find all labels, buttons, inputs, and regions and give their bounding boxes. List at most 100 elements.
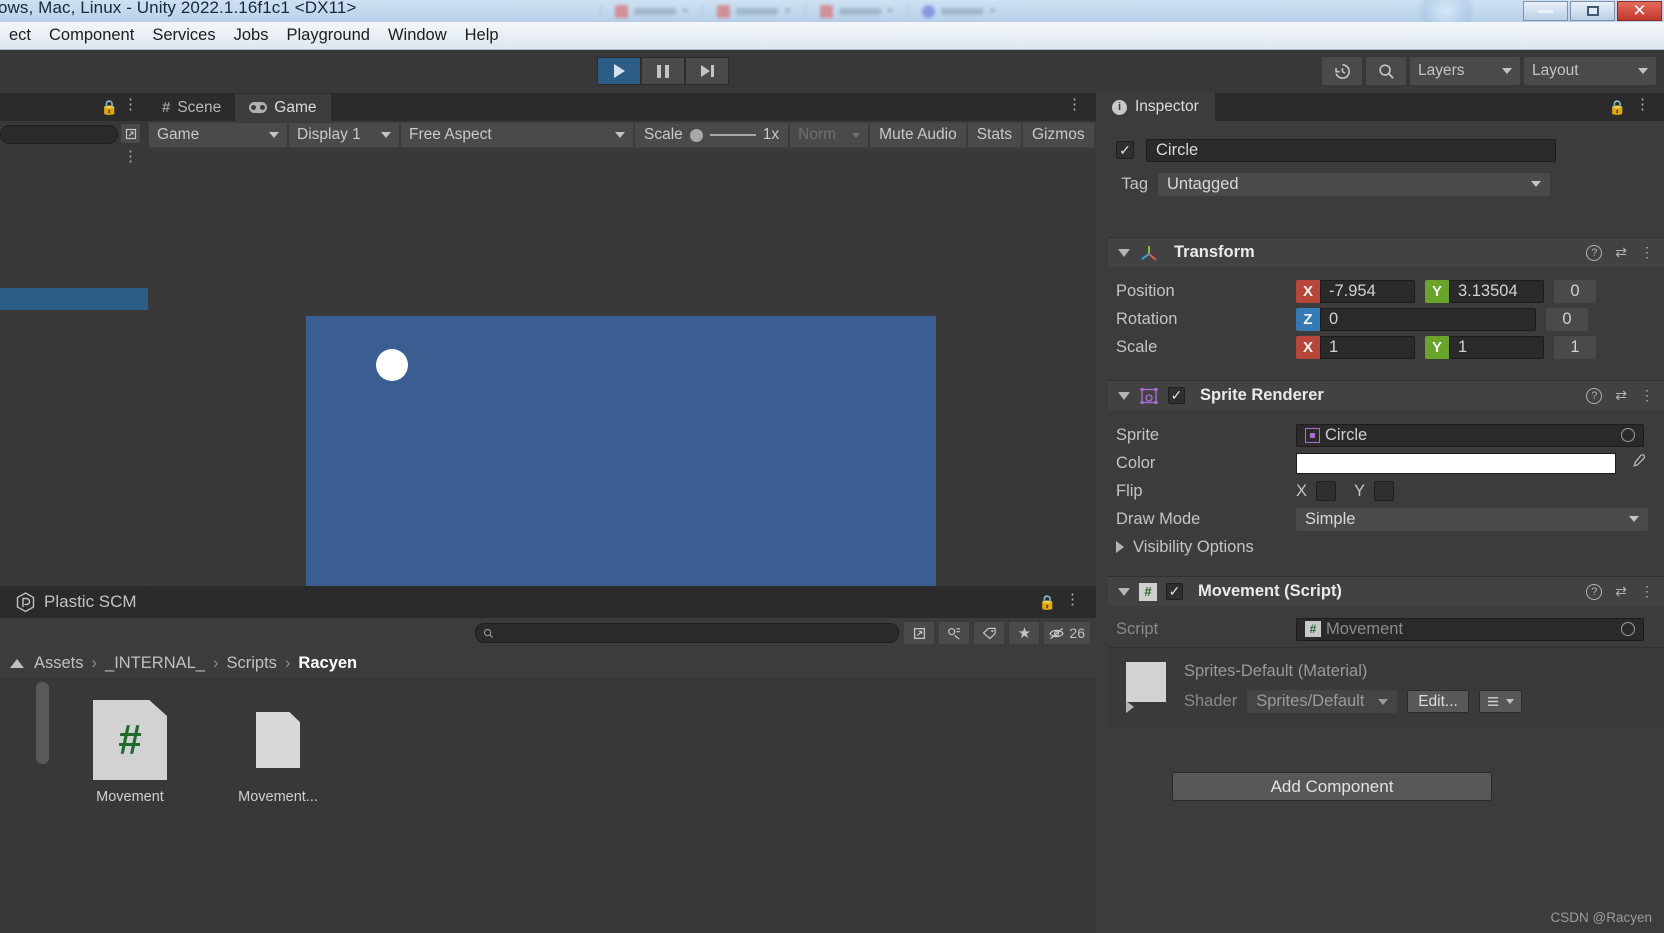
sprite-renderer-enabled-checkbox[interactable]: ✓ bbox=[1168, 387, 1185, 404]
rotation-z-input[interactable]: 0 bbox=[1320, 307, 1536, 331]
menu-item-component[interactable]: Component bbox=[40, 26, 143, 45]
favorites-button[interactable]: ★ bbox=[1009, 622, 1040, 644]
play-button[interactable] bbox=[597, 57, 641, 85]
aspect-dropdown[interactable]: Free Aspect bbox=[401, 123, 633, 147]
foldout-arrow-icon[interactable] bbox=[1118, 391, 1130, 400]
history-button[interactable] bbox=[1322, 57, 1362, 85]
object-picker-icon[interactable] bbox=[121, 124, 140, 143]
breadcrumb-item-internal[interactable]: _INTERNAL_ bbox=[105, 654, 205, 673]
menu-item-help[interactable]: Help bbox=[456, 26, 508, 45]
rotation-far-input[interactable]: 0 bbox=[1546, 307, 1588, 331]
filter-type-button[interactable] bbox=[939, 622, 970, 644]
tab-plastic-scm[interactable]: Plastic SCM bbox=[0, 591, 153, 613]
menu-item-services[interactable]: Services bbox=[143, 26, 224, 45]
target-display-dropdown[interactable]: Game bbox=[149, 123, 287, 147]
kebab-menu-icon[interactable]: ⋮ bbox=[1640, 244, 1654, 261]
mute-audio-button[interactable]: Mute Audio bbox=[870, 123, 966, 147]
hierarchy-search-input[interactable] bbox=[0, 125, 118, 144]
slider-handle[interactable] bbox=[689, 128, 703, 142]
close-button[interactable]: ✕ bbox=[1617, 1, 1662, 21]
kebab-menu-icon[interactable]: ⋮ bbox=[1065, 592, 1080, 607]
flip-y-checkbox[interactable] bbox=[1374, 481, 1395, 501]
color-swatch-field[interactable] bbox=[1296, 452, 1616, 474]
preset-icon[interactable]: ⇄ bbox=[1615, 387, 1627, 404]
visibility-options-foldout[interactable]: Visibility Options bbox=[1096, 533, 1664, 561]
hidden-items-indicator[interactable]: 26 bbox=[1044, 622, 1090, 644]
project-picker-button[interactable] bbox=[904, 622, 935, 644]
search-button[interactable] bbox=[1366, 57, 1406, 85]
norm-dropdown[interactable]: Norm bbox=[790, 123, 869, 147]
movement-script-enabled-checkbox[interactable]: ✓ bbox=[1166, 583, 1183, 600]
breadcrumb-item-assets[interactable]: Assets bbox=[34, 654, 84, 673]
foldout-arrow-icon[interactable] bbox=[1118, 587, 1130, 596]
stats-button[interactable]: Stats bbox=[967, 123, 1022, 147]
position-y-input[interactable]: 3.13504 bbox=[1449, 279, 1544, 303]
help-icon[interactable]: ? bbox=[1586, 244, 1603, 261]
scale-slider[interactable]: Scale 1x bbox=[635, 123, 789, 147]
material-foldout-arrow-icon[interactable] bbox=[1126, 701, 1134, 713]
kebab-menu-icon[interactable]: ⋮ bbox=[1635, 97, 1650, 112]
breadcrumb-item-scripts[interactable]: Scripts bbox=[226, 654, 276, 673]
preset-list-button[interactable] bbox=[1478, 690, 1522, 713]
kebab-menu-icon[interactable]: ⋮ bbox=[123, 149, 138, 164]
maximize-button[interactable] bbox=[1570, 1, 1615, 21]
lock-icon[interactable]: 🔒 bbox=[1609, 99, 1626, 116]
step-button[interactable] bbox=[685, 57, 729, 85]
help-icon[interactable]: ? bbox=[1586, 387, 1603, 404]
object-enabled-checkbox[interactable]: ✓ bbox=[1116, 141, 1134, 159]
flip-x-checkbox[interactable] bbox=[1316, 481, 1337, 501]
draw-mode-dropdown[interactable]: Simple bbox=[1296, 507, 1648, 531]
lock-icon[interactable]: 🔒 bbox=[101, 99, 118, 116]
filter-label-button[interactable] bbox=[974, 622, 1005, 644]
object-picker-icon[interactable] bbox=[1621, 622, 1635, 636]
shader-dropdown[interactable]: Sprites/Default bbox=[1247, 690, 1398, 713]
preset-icon[interactable]: ⇄ bbox=[1615, 583, 1627, 600]
kebab-menu-icon[interactable]: ⋮ bbox=[1640, 387, 1654, 404]
breadcrumb-up-button[interactable] bbox=[0, 658, 34, 668]
minimize-button[interactable] bbox=[1523, 1, 1568, 21]
menu-item-jobs[interactable]: Jobs bbox=[225, 26, 278, 45]
project-search-input[interactable] bbox=[475, 623, 900, 643]
pause-button[interactable] bbox=[641, 57, 685, 85]
asset-item[interactable]: Movement... bbox=[218, 700, 338, 933]
asset-item[interactable]: # Movement bbox=[70, 700, 190, 933]
script-object-field[interactable]: # Movement bbox=[1296, 617, 1644, 641]
scale-y-input[interactable]: 1 bbox=[1449, 335, 1544, 359]
game-view-viewport[interactable] bbox=[148, 149, 1096, 604]
add-component-button[interactable]: Add Component bbox=[1172, 772, 1492, 801]
edit-shader-button[interactable]: Edit... bbox=[1407, 690, 1469, 713]
eyedropper-icon[interactable] bbox=[1630, 453, 1647, 474]
tab-scene[interactable]: # Scene bbox=[148, 94, 235, 121]
preset-icon[interactable]: ⇄ bbox=[1615, 244, 1627, 261]
gizmos-button[interactable]: Gizmos bbox=[1023, 123, 1094, 147]
tab-game[interactable]: Game bbox=[235, 94, 331, 121]
kebab-menu-icon[interactable]: ⋮ bbox=[123, 97, 138, 112]
object-name-input[interactable]: Circle bbox=[1146, 138, 1556, 162]
kebab-menu-icon[interactable]: ⋮ bbox=[1067, 97, 1082, 112]
breadcrumb-item-racyen[interactable]: Racyen bbox=[298, 654, 357, 673]
vertical-scrollbar[interactable] bbox=[36, 682, 49, 764]
layers-dropdown[interactable]: Layers bbox=[1410, 57, 1520, 85]
menu-item-playground[interactable]: Playground bbox=[277, 26, 378, 45]
menu-item-edit[interactable]: ect bbox=[0, 26, 40, 45]
object-picker-icon[interactable] bbox=[1621, 428, 1635, 442]
position-x-input[interactable]: -7.954 bbox=[1320, 279, 1415, 303]
foldout-arrow-icon[interactable] bbox=[1118, 248, 1130, 257]
sprite-object-field[interactable]: Circle bbox=[1296, 423, 1644, 447]
kebab-menu-icon[interactable]: ⋮ bbox=[1640, 583, 1654, 600]
display-dropdown[interactable]: Display 1 bbox=[289, 123, 399, 147]
transform-component-header[interactable]: Transform ? ⇄ ⋮ bbox=[1108, 237, 1664, 267]
hierarchy-selected-item[interactable] bbox=[0, 288, 148, 310]
lock-icon[interactable]: 🔒 bbox=[1039, 594, 1056, 611]
hierarchy-scene-row[interactable]: ⋮ bbox=[0, 147, 148, 169]
layout-dropdown[interactable]: Layout bbox=[1524, 57, 1656, 85]
tab-inspector[interactable]: i Inspector bbox=[1096, 93, 1215, 121]
help-icon[interactable]: ? bbox=[1586, 583, 1603, 600]
menu-item-window[interactable]: Window bbox=[379, 26, 456, 45]
tag-dropdown[interactable]: Untagged bbox=[1158, 172, 1550, 196]
movement-script-component-header[interactable]: # ✓ Movement (Script) ? ⇄ ⋮ bbox=[1108, 576, 1664, 606]
sprite-renderer-component-header[interactable]: ✓ Sprite Renderer ? ⇄ ⋮ bbox=[1108, 380, 1664, 410]
scale-z-input[interactable]: 1 bbox=[1554, 335, 1596, 359]
position-z-input[interactable]: 0 bbox=[1554, 279, 1596, 303]
scale-x-input[interactable]: 1 bbox=[1320, 335, 1415, 359]
